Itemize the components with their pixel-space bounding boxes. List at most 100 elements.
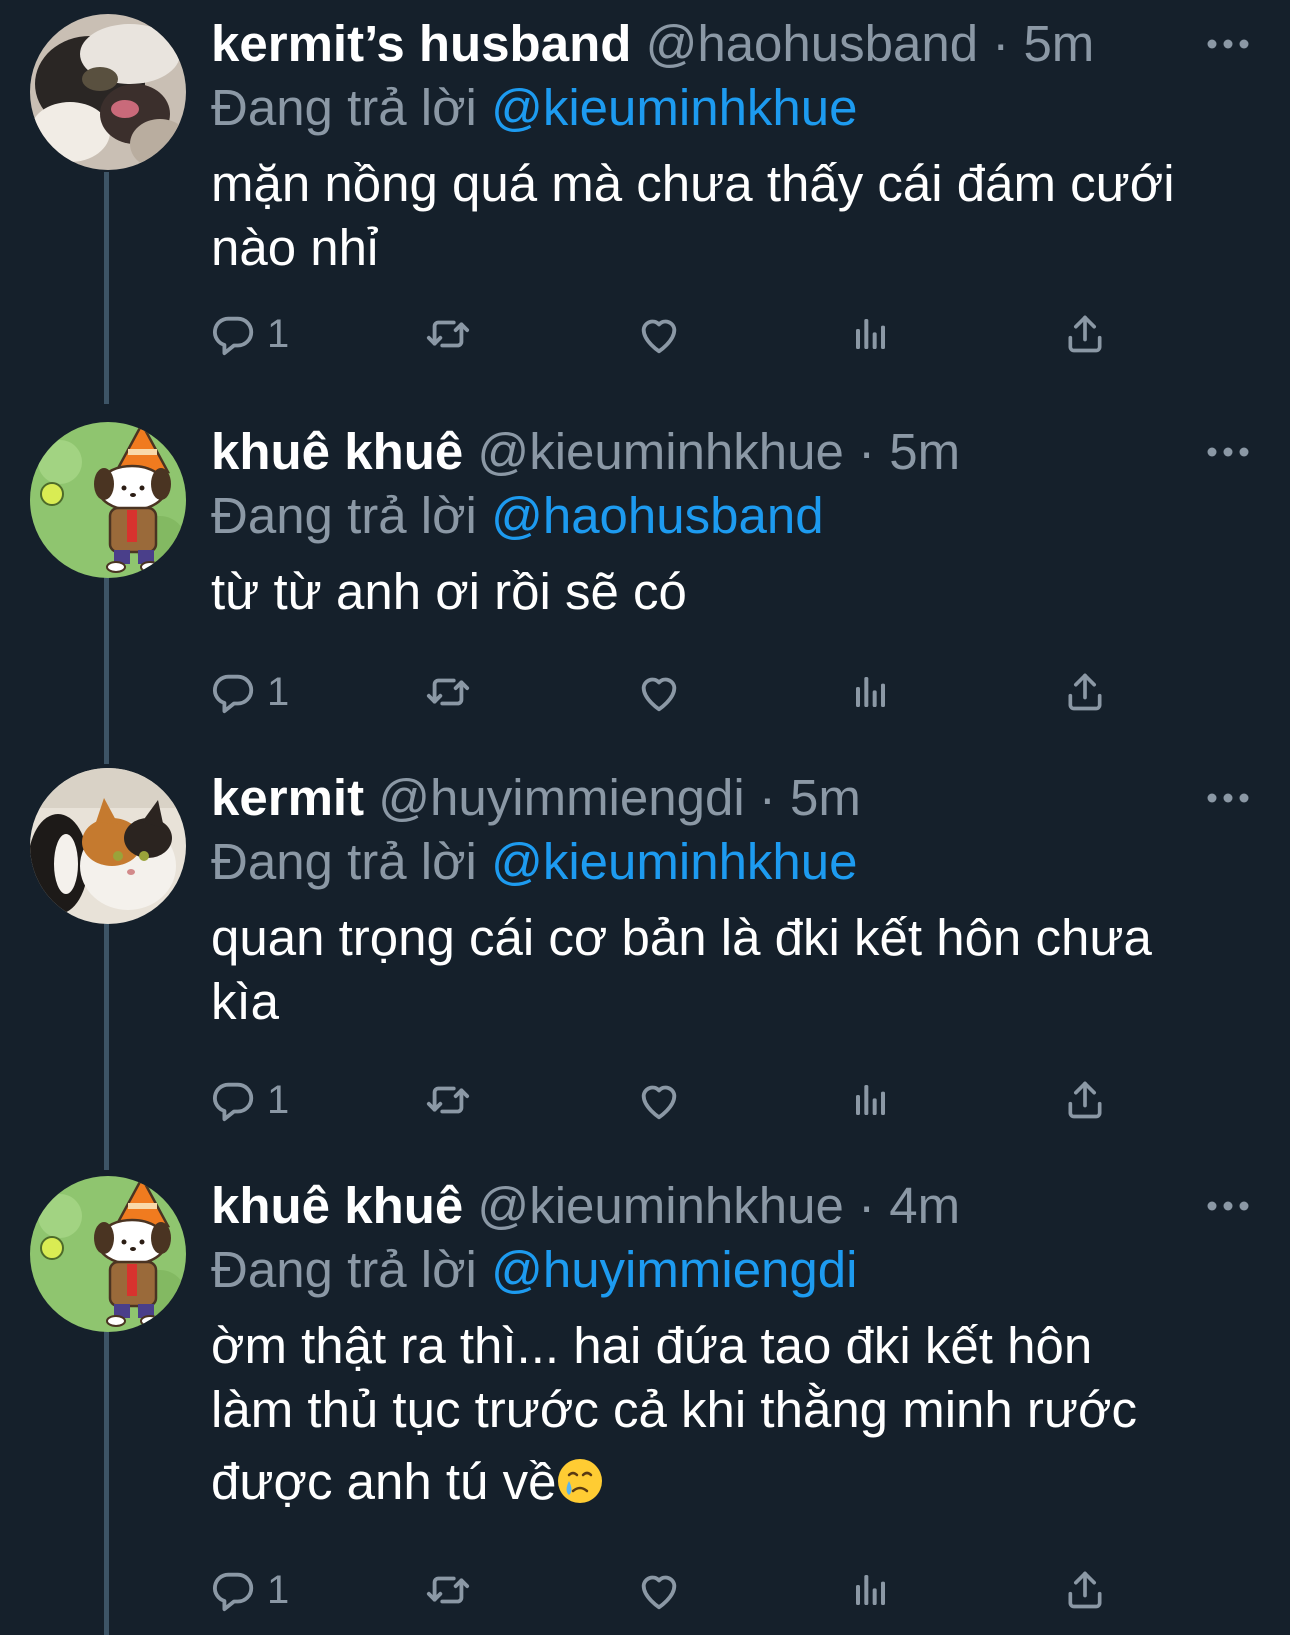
mention-link[interactable]: @huyimmiengdi <box>491 1241 857 1298</box>
reply-button[interactable]: 1 <box>211 304 289 364</box>
mention-link[interactable]: @kieuminhkhue <box>491 79 857 136</box>
replying-to: Đang trả lời @huyimmiengdi <box>211 1238 1250 1302</box>
crying-face-emoji-icon <box>556 1457 604 1505</box>
reply-count: 1 <box>267 1077 290 1122</box>
tweet-text-line: kìa <box>211 973 280 1030</box>
analytics-button[interactable] <box>851 662 891 722</box>
thread-line <box>104 1330 109 1635</box>
display-name[interactable]: khuê khuê <box>211 1177 463 1234</box>
tweet-text: mặn nồng quá mà chưa thấy cái đám cưới n… <box>211 152 1250 280</box>
like-icon <box>635 1077 683 1123</box>
reply-icon <box>211 311 257 357</box>
analytics-icon <box>851 1568 891 1612</box>
like-button[interactable] <box>635 304 683 364</box>
display-name[interactable]: kermit <box>211 769 364 826</box>
tweet-text-line: mặn nồng quá mà chưa thấy cái đám cưới <box>211 155 1175 212</box>
like-icon <box>635 1567 683 1613</box>
thread-line <box>104 172 109 404</box>
like-button[interactable] <box>635 1560 683 1620</box>
handle[interactable]: @haohusband <box>646 15 979 72</box>
analytics-icon <box>851 670 891 714</box>
tweet-actions: 1 <box>211 1560 1131 1620</box>
thread-line <box>104 564 109 764</box>
retweet-icon <box>423 1077 473 1123</box>
replying-to-label: Đang trả lời <box>211 79 477 136</box>
tweet-text-line: ờm thật ra thì... hai đứa tao đki kết hô… <box>211 1317 1093 1374</box>
share-button[interactable] <box>1063 304 1107 364</box>
like-icon <box>635 669 683 715</box>
share-button[interactable] <box>1063 662 1107 722</box>
tweet-text-line: quan trọng cái cơ bản là đki kết hôn chư… <box>211 909 1152 966</box>
handle[interactable]: @kieuminhkhue <box>477 423 843 480</box>
reply-button[interactable]: 1 <box>211 1560 289 1620</box>
retweet-icon <box>423 1567 473 1613</box>
replying-to-label: Đang trả lời <box>211 833 477 890</box>
analytics-button[interactable] <box>851 1560 891 1620</box>
share-icon <box>1063 311 1107 357</box>
more-icon[interactable] <box>1206 440 1250 464</box>
separator-dot: · <box>858 1177 876 1234</box>
retweet-icon <box>423 669 473 715</box>
reply-button[interactable]: 1 <box>211 662 289 722</box>
separator-dot: · <box>992 15 1010 72</box>
tweet-actions: 1 <box>211 304 1131 364</box>
avatar[interactable] <box>30 768 186 924</box>
like-button[interactable] <box>635 1070 683 1130</box>
tweet-header: khuê khuê @kieuminhkhue · 4m <box>211 1174 1250 1238</box>
reply-icon <box>211 669 257 715</box>
like-button[interactable] <box>635 662 683 722</box>
share-icon <box>1063 1567 1107 1613</box>
display-name[interactable]: khuê khuê <box>211 423 463 480</box>
tweet-text-line: được anh tú về <box>211 1453 557 1510</box>
mention-link[interactable]: @kieuminhkhue <box>491 833 857 890</box>
retweet-icon <box>423 311 473 357</box>
avatar[interactable] <box>30 422 186 578</box>
share-button[interactable] <box>1063 1560 1107 1620</box>
timestamp[interactable]: 4m <box>889 1177 960 1234</box>
replying-to: Đang trả lời @kieuminhkhue <box>211 76 1250 140</box>
thread-line <box>104 908 109 1170</box>
reply-count: 1 <box>267 1567 290 1612</box>
mention-link[interactable]: @haohusband <box>491 487 824 544</box>
reply-count: 1 <box>267 311 290 356</box>
analytics-icon <box>851 1078 891 1122</box>
share-icon <box>1063 669 1107 715</box>
handle[interactable]: @kieuminhkhue <box>477 1177 843 1234</box>
reply-icon <box>211 1077 257 1123</box>
tweet-actions: 1 <box>211 1070 1131 1130</box>
tweet-text: từ từ anh ơi rồi sẽ có <box>211 560 1250 624</box>
handle[interactable]: @huyimmiengdi <box>378 769 744 826</box>
retweet-button[interactable] <box>423 1070 473 1130</box>
reply-button[interactable]: 1 <box>211 1070 289 1130</box>
tweet-text-line-with-emoji: được anh tú về <box>211 1450 1250 1514</box>
analytics-button[interactable] <box>851 304 891 364</box>
tweet-text-line: từ từ anh ơi rồi sẽ có <box>211 563 687 620</box>
replying-to: Đang trả lời @haohusband <box>211 484 1250 548</box>
tweet-text: quan trọng cái cơ bản là đki kết hôn chư… <box>211 906 1250 1034</box>
share-button[interactable] <box>1063 1070 1107 1130</box>
replying-to: Đang trả lời @kieuminhkhue <box>211 830 1250 894</box>
timestamp[interactable]: 5m <box>1023 15 1094 72</box>
separator-dot: · <box>758 769 776 826</box>
timestamp[interactable]: 5m <box>889 423 960 480</box>
retweet-button[interactable] <box>423 1560 473 1620</box>
retweet-button[interactable] <box>423 662 473 722</box>
reply-count: 1 <box>267 669 290 714</box>
tweet-header: kermit’s husband @haohusband · 5m <box>211 12 1250 76</box>
tweet-text: ờm thật ra thì... hai đứa tao đki kết hô… <box>211 1314 1250 1514</box>
avatar[interactable] <box>30 1176 186 1332</box>
display-name[interactable]: kermit’s husband <box>211 15 631 72</box>
separator-dot: · <box>858 423 876 480</box>
retweet-button[interactable] <box>423 304 473 364</box>
more-icon[interactable] <box>1206 1194 1250 1218</box>
like-icon <box>635 311 683 357</box>
more-icon[interactable] <box>1206 786 1250 810</box>
share-icon <box>1063 1077 1107 1123</box>
tweet-text-line: nào nhỉ <box>211 219 379 276</box>
tweet-text-line: làm thủ tục trước cả khi thằng minh rước <box>211 1381 1137 1438</box>
more-icon[interactable] <box>1206 32 1250 56</box>
analytics-button[interactable] <box>851 1070 891 1130</box>
analytics-icon <box>851 312 891 356</box>
timestamp[interactable]: 5m <box>790 769 861 826</box>
avatar[interactable] <box>30 14 186 170</box>
